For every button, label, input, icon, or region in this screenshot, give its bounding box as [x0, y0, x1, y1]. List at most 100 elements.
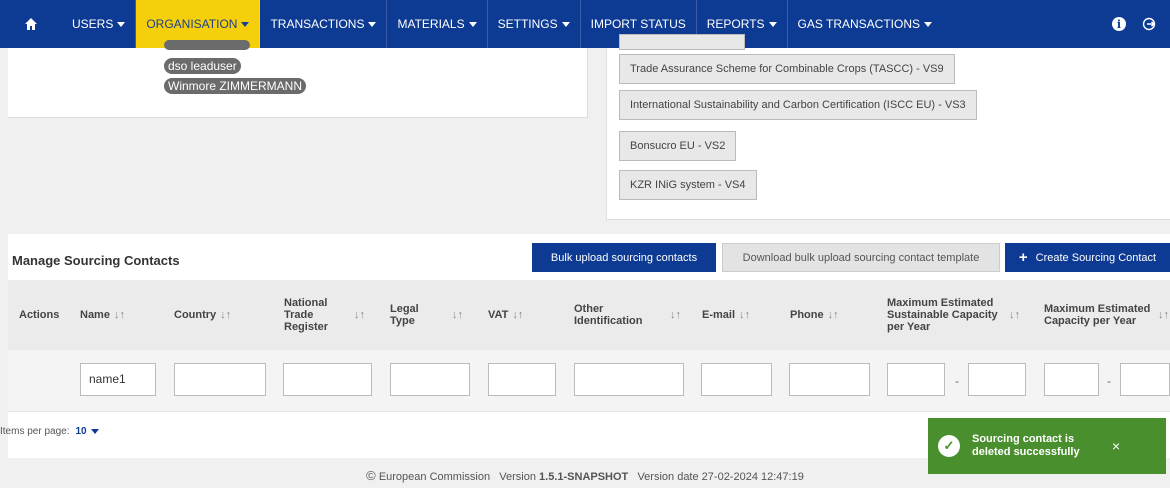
vat-filter-input[interactable]: [488, 363, 556, 396]
check-icon: ✓: [938, 435, 960, 457]
sort-icon[interactable]: ↓↑: [828, 309, 839, 321]
download-template-button[interactable]: Download bulk upload sourcing contact te…: [722, 243, 1000, 272]
col-ntr-label: National Trade Register: [284, 296, 329, 334]
items-per-page: Items per page: 10: [0, 426, 99, 437]
sort-icon[interactable]: ↓↑: [512, 309, 523, 321]
sort-icon[interactable]: ↓↑: [1009, 309, 1020, 321]
range-separator: -: [955, 374, 959, 388]
ntr-filter-input[interactable]: [283, 363, 372, 396]
nav-gas-transactions-label: GAS TRANSACTIONS: [797, 17, 921, 31]
nav-users-label: USERS: [72, 17, 114, 31]
filter-row: name1 - -: [8, 350, 1170, 412]
max-sust-min-input[interactable]: [887, 363, 945, 396]
chevron-down-icon: [924, 21, 933, 27]
footer-date: 27-02-2024 12:47:19: [701, 471, 804, 483]
nav-users[interactable]: USERS: [62, 0, 137, 48]
user-tag: dso leaduser: [164, 58, 241, 74]
max-cap-max-input[interactable]: [1120, 363, 1170, 396]
col-country-label: Country: [174, 308, 217, 321]
col-vat[interactable]: VAT ↓↑: [488, 280, 523, 350]
success-toast: ✓ Sourcing contact is deleted successful…: [928, 418, 1166, 474]
col-legal-type[interactable]: Legal Type ↓↑: [390, 280, 480, 350]
col-max-sust-label: Maximum Estimated Sustainable Capacity p…: [887, 296, 998, 334]
col-other-id-label: Other Identification: [574, 302, 643, 327]
footer-version-label: Version: [499, 471, 536, 483]
copyright-icon: ©: [366, 468, 376, 483]
legal-type-filter-input[interactable]: [390, 363, 470, 396]
chevron-down-icon: [117, 21, 126, 27]
other-id-filter-input[interactable]: [574, 363, 684, 396]
sort-icon[interactable]: ↓↑: [220, 309, 231, 321]
scheme-item[interactable]: International Sustainability and Carbon …: [619, 90, 977, 120]
nav-materials-label: MATERIALS: [397, 17, 465, 31]
nav-import-status-label: IMPORT STATUS: [590, 17, 686, 31]
col-phone-label: Phone: [790, 308, 824, 321]
range-separator: -: [1107, 374, 1111, 388]
footer-org: European Commission: [378, 471, 491, 483]
items-per-page-label: Items per page:: [0, 426, 70, 437]
organisation-users-panel: dso leaduser Winmore ZIMMERMANN: [8, 40, 588, 118]
create-sourcing-contact-label: Create Sourcing Contact: [1035, 251, 1157, 264]
sort-icon[interactable]: ↓↑: [354, 309, 365, 321]
col-email-label: E-mail: [702, 308, 736, 321]
toast-message: Sourcing contact is deleted successfully: [972, 432, 1080, 458]
nav-right-tools: i: [1112, 0, 1156, 48]
chevron-down-icon: [768, 21, 777, 27]
col-country[interactable]: Country ↓↑: [174, 280, 231, 350]
sort-icon[interactable]: ↓↑: [1158, 309, 1169, 321]
col-vat-label: VAT: [488, 308, 509, 321]
items-per-page-select[interactable]: 10: [75, 426, 86, 437]
plus-icon: +: [1018, 249, 1028, 266]
max-cap-min-input[interactable]: [1044, 363, 1099, 396]
sort-icon[interactable]: ↓↑: [670, 309, 681, 321]
name-filter-input[interactable]: name1: [80, 363, 156, 396]
email-filter-input[interactable]: [701, 363, 772, 396]
col-max-cap-label: Maximum Estimated Capacity per Year: [1044, 302, 1151, 327]
chevron-down-icon[interactable]: [90, 429, 99, 434]
footer-version: 1.5.1-SNAPSHOT: [539, 471, 629, 483]
sort-icon[interactable]: ↓↑: [739, 309, 750, 321]
close-icon[interactable]: ×: [1112, 438, 1120, 454]
col-name-label: Name: [80, 308, 110, 321]
bulk-upload-button[interactable]: Bulk upload sourcing contacts: [532, 243, 716, 272]
nav-gas-transactions[interactable]: GAS TRANSACTIONS: [788, 0, 942, 48]
scheme-item[interactable]: Bonsucro EU - VS2: [619, 131, 737, 161]
chevron-down-icon: [368, 21, 377, 27]
col-actions: Actions: [19, 280, 59, 350]
user-tag: Winmore ZIMMERMANN: [164, 78, 306, 94]
col-max-capacity[interactable]: Maximum Estimated Capacity per Year ↓↑: [1044, 280, 1170, 350]
nav-materials[interactable]: MATERIALS: [387, 0, 488, 48]
scheme-item[interactable]: KZR INiG system - VS4: [619, 170, 757, 200]
home-icon: [25, 18, 37, 30]
col-phone[interactable]: Phone ↓↑: [790, 280, 839, 350]
sort-icon[interactable]: ↓↑: [452, 309, 463, 321]
chevron-down-icon: [468, 21, 477, 27]
chevron-down-icon: [561, 21, 570, 27]
col-other-identification[interactable]: Other Identification ↓↑: [574, 280, 694, 350]
nav-settings[interactable]: SETTINGS: [488, 0, 581, 48]
col-legal-type-label: Legal Type: [390, 302, 419, 327]
nav-organisation-label: ORGANISATION: [146, 17, 238, 31]
footer-date-label: Version date: [637, 471, 699, 483]
col-name[interactable]: Name ↓↑: [80, 280, 125, 350]
logout-icon[interactable]: [1142, 17, 1156, 31]
voluntary-schemes-panel: Trade Assurance Scheme for Combinable Cr…: [606, 34, 1170, 220]
nav-transactions[interactable]: TRANSACTIONS: [260, 0, 388, 48]
home-button[interactable]: [0, 0, 62, 48]
max-sust-max-input[interactable]: [968, 363, 1026, 396]
nav-transactions-label: TRANSACTIONS: [270, 17, 365, 31]
chevron-down-icon: [241, 21, 250, 27]
scheme-item[interactable]: [619, 34, 745, 50]
col-national-trade-register[interactable]: National Trade Register ↓↑: [284, 280, 382, 350]
section-title: Manage Sourcing Contacts: [12, 253, 180, 268]
scheme-item[interactable]: Trade Assurance Scheme for Combinable Cr…: [619, 54, 955, 84]
phone-filter-input[interactable]: [789, 363, 870, 396]
nav-reports-label: REPORTS: [706, 17, 765, 31]
country-filter-input[interactable]: [174, 363, 266, 396]
info-icon[interactable]: i: [1112, 17, 1126, 31]
user-tag: [164, 40, 250, 50]
col-max-sustainable-capacity[interactable]: Maximum Estimated Sustainable Capacity p…: [887, 280, 1027, 350]
sort-icon[interactable]: ↓↑: [114, 309, 125, 321]
col-email[interactable]: E-mail ↓↑: [702, 280, 750, 350]
create-sourcing-contact-button[interactable]: + Create Sourcing Contact: [1005, 243, 1170, 272]
